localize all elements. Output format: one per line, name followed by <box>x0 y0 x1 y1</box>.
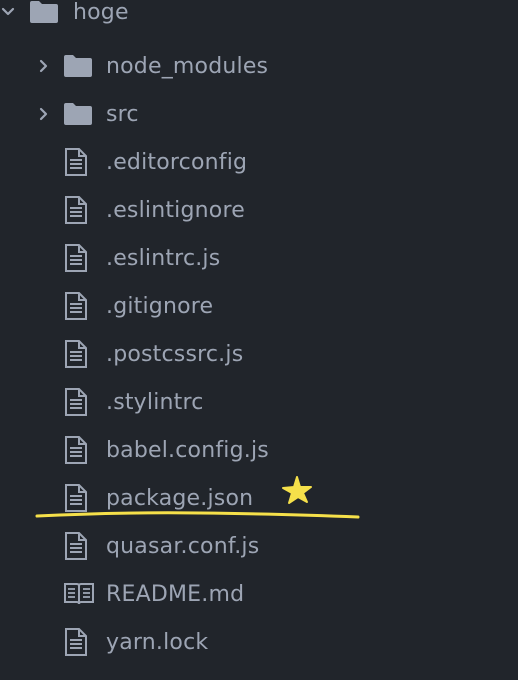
tree-item-label: node_modules <box>106 53 269 79</box>
tree-item-src[interactable]: src <box>0 90 518 138</box>
tree-item-node-modules[interactable]: node_modules <box>0 42 518 90</box>
tree-item-label: src <box>106 101 139 127</box>
tree-item-label: README.md <box>106 581 245 607</box>
tree-item-stylintrc[interactable]: .stylintrc <box>0 378 518 426</box>
book-icon <box>63 581 95 607</box>
tree-item-gitignore[interactable]: .gitignore <box>0 282 518 330</box>
tree-item-readme[interactable]: README.md <box>0 570 518 618</box>
file-text-icon <box>63 627 89 657</box>
tree-item-label: .postcssrc.js <box>106 341 244 367</box>
folder-icon <box>29 0 59 25</box>
file-tree: hoge node_modules src .editorconfig .esl… <box>0 0 518 680</box>
tree-root-label: hoge <box>73 0 129 25</box>
file-text-icon <box>63 387 89 417</box>
folder-icon <box>63 53 93 79</box>
chevron-right-icon[interactable] <box>34 56 54 76</box>
chevron-right-icon[interactable] <box>34 104 54 124</box>
file-text-icon <box>63 195 89 225</box>
tree-item-label: .stylintrc <box>106 389 204 415</box>
chevron-down-icon[interactable] <box>0 2 18 22</box>
file-text-icon <box>63 339 89 369</box>
file-text-icon <box>63 435 89 465</box>
tree-item-yarn-lock[interactable]: yarn.lock <box>0 618 518 666</box>
tree-item-label: .editorconfig <box>106 149 248 175</box>
tree-item-editorconfig[interactable]: .editorconfig <box>0 138 518 186</box>
file-text-icon <box>63 243 89 273</box>
tree-item-postcssrc[interactable]: .postcssrc.js <box>0 330 518 378</box>
file-text-icon <box>63 531 89 561</box>
tree-item-quasar-conf[interactable]: quasar.conf.js <box>0 522 518 570</box>
tree-item-label: quasar.conf.js <box>106 533 260 559</box>
tree-item-package-json[interactable]: package.json <box>0 474 518 522</box>
tree-item-babel-config[interactable]: babel.config.js <box>0 426 518 474</box>
tree-item-eslintignore[interactable]: .eslintignore <box>0 186 518 234</box>
file-text-icon <box>63 483 89 513</box>
tree-item-eslintrc[interactable]: .eslintrc.js <box>0 234 518 282</box>
tree-item-label: package.json <box>106 485 254 511</box>
tree-item-label: .eslintignore <box>106 197 245 223</box>
tree-item-label: babel.config.js <box>106 437 269 463</box>
tree-item-label: .gitignore <box>106 293 214 319</box>
tree-item-label: .eslintrc.js <box>106 245 221 271</box>
tree-item-label: yarn.lock <box>106 629 209 655</box>
file-text-icon <box>63 291 89 321</box>
tree-root-hoge[interactable]: hoge <box>0 0 518 36</box>
folder-icon <box>63 101 93 127</box>
file-text-icon <box>63 147 89 177</box>
